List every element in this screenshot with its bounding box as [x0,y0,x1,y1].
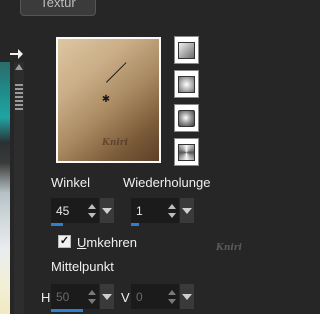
scrollbar-thumb[interactable] [15,84,23,112]
chevron-down-icon [182,207,192,214]
radial-gradient-style-icon [178,109,195,127]
sunburst-gradient-style-icon [178,143,195,161]
tab-textur[interactable]: Textur [20,0,96,16]
horizontal-spinbox[interactable]: 50 [51,284,99,309]
angle-slider-indicator[interactable] [51,223,63,226]
background-preview-strip [0,62,10,314]
invert-label-underlined: U [77,235,87,250]
angle-decrement-icon[interactable] [88,213,96,218]
right-arrow-icon[interactable] [8,46,24,62]
repeats-increment-icon[interactable] [168,204,176,209]
vertical-spinbox[interactable]: 0 [131,284,179,309]
repeats-spinbox[interactable]: 1 [131,198,179,223]
angle-spinbox[interactable]: 45 [51,198,99,223]
chevron-down-icon [182,293,192,300]
angle-dropdown-button[interactable] [100,198,114,223]
horizontal-increment-icon[interactable] [88,290,96,295]
horizontal-value: 50 [56,290,70,304]
chevron-down-icon [102,207,112,214]
horizontal-dropdown-button[interactable] [100,284,114,309]
center-label: Mittelpunkt [51,259,114,274]
horizontal-label: H [41,290,51,305]
center-point-icon[interactable]: ✱ [101,95,111,105]
repeats-dropdown-button[interactable] [180,198,194,223]
linear-style-button[interactable] [174,36,199,64]
rectangular-style-button[interactable] [174,70,199,98]
side-watermark: Kniri [216,243,242,253]
repeats-label: Wiederholunge [123,175,211,190]
tab-textur-label: Textur [40,0,76,10]
angle-value: 45 [56,204,70,218]
invert-label-rest: mkehren [86,235,137,250]
linear-gradient-style-icon [178,41,195,59]
vertical-dropdown-button[interactable] [180,284,194,309]
scroll-up-arrow-icon[interactable] [15,64,23,70]
vertical-increment-icon[interactable] [168,290,176,295]
vertical-label: V [121,290,130,305]
vertical-value: 0 [136,290,143,304]
horizontal-slider-indicator[interactable] [51,309,83,312]
angle-label: Winkel [51,175,91,190]
horizontal-decrement-icon[interactable] [88,299,96,304]
repeats-slider-indicator[interactable] [131,223,139,226]
sunburst-style-button[interactable] [174,138,199,166]
invert-label[interactable]: Umkehren [77,235,137,250]
rectangular-gradient-style-icon [178,75,195,93]
invert-checkbox[interactable]: ✓ [58,235,71,248]
repeats-value: 1 [136,204,143,218]
radial-style-button[interactable] [174,104,199,132]
angle-increment-icon[interactable] [88,204,96,209]
preview-watermark: Kniri [102,138,128,148]
chevron-down-icon [102,293,112,300]
vertical-decrement-icon[interactable] [168,299,176,304]
repeats-decrement-icon[interactable] [168,213,176,218]
